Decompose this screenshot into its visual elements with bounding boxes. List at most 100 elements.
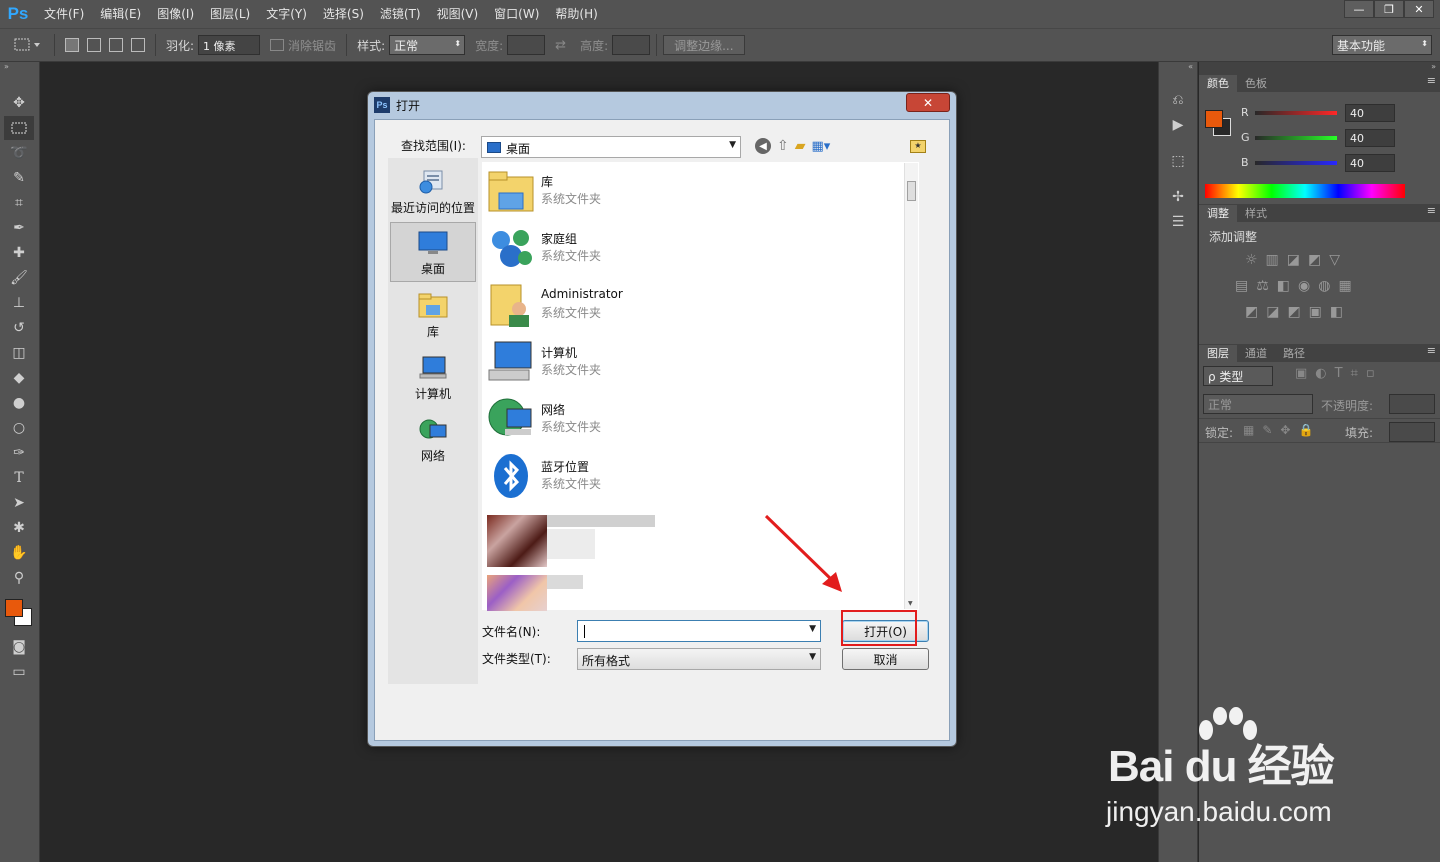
r-slider[interactable]: [1255, 110, 1337, 115]
quick-mask-icon[interactable]: ◙: [4, 635, 34, 659]
scrollbar-thumb[interactable]: [907, 181, 916, 201]
tab-channels[interactable]: 通道: [1237, 345, 1275, 362]
feather-input[interactable]: 1 像素: [198, 35, 261, 55]
tab-adjustments[interactable]: 调整: [1199, 205, 1237, 222]
place-network[interactable]: 网络: [390, 408, 476, 468]
collapse-icon[interactable]: «: [1159, 62, 1197, 74]
type-tool-icon[interactable]: T: [4, 466, 34, 490]
cancel-button[interactable]: 取消: [842, 648, 929, 670]
tab-color[interactable]: 颜色: [1199, 75, 1237, 92]
menu-window[interactable]: 窗口(W): [486, 0, 547, 28]
new-folder-icon[interactable]: ▰: [795, 138, 806, 154]
blend-mode-select[interactable]: 正常: [1203, 394, 1313, 414]
intersect-selection-icon[interactable]: [131, 38, 145, 52]
menu-type[interactable]: 文字(Y): [258, 0, 315, 28]
color-spectrum-bar[interactable]: [1205, 184, 1405, 198]
zoom-tool-icon[interactable]: ⚲: [4, 566, 34, 590]
3d-panel-icon[interactable]: ⬚: [1163, 149, 1193, 173]
clone-stamp-tool-icon[interactable]: ⊥: [4, 291, 34, 315]
style-select[interactable]: 正常 ⬍: [389, 35, 466, 55]
width-input[interactable]: [507, 35, 546, 55]
close-app-button[interactable]: ✕: [1404, 0, 1434, 18]
panel-menu-icon[interactable]: ≡: [1427, 74, 1436, 87]
lock-icons[interactable]: ▦✎✥🔒: [1243, 423, 1321, 437]
tab-swatches[interactable]: 色板: [1237, 75, 1275, 92]
favorite-folder-icon[interactable]: ★: [910, 140, 926, 153]
r-value[interactable]: 40: [1345, 103, 1395, 122]
opacity-input[interactable]: [1389, 394, 1435, 414]
lasso-tool-icon[interactable]: ➰: [4, 141, 34, 165]
up-folder-icon[interactable]: ⇧: [777, 138, 789, 154]
file-item-homegroup[interactable]: 家庭组 系统文件夹: [487, 222, 887, 274]
tab-layers[interactable]: 图层: [1199, 345, 1237, 362]
file-item-computer[interactable]: 计算机 系统文件夹: [487, 336, 887, 388]
shape-tool-icon[interactable]: ✱: [4, 516, 34, 540]
swap-icon[interactable]: ⇄: [555, 38, 566, 53]
back-icon[interactable]: ◀: [755, 138, 771, 154]
tab-styles[interactable]: 样式: [1237, 205, 1275, 222]
scroll-down-icon[interactable]: ▼: [908, 600, 913, 607]
height-input[interactable]: [612, 35, 651, 55]
g-slider[interactable]: [1255, 135, 1337, 140]
adjustment-icons-row-2[interactable]: ▤⚖◧◉◍▦: [1235, 278, 1360, 294]
new-selection-icon[interactable]: [65, 38, 79, 52]
pen-tool-icon[interactable]: ✑: [4, 441, 34, 465]
brush-tool-icon[interactable]: 🖌: [4, 266, 34, 290]
layer-filter-select[interactable]: ρ 类型: [1203, 366, 1273, 386]
place-computer[interactable]: 计算机: [390, 346, 476, 406]
menu-select[interactable]: 选择(S): [315, 0, 372, 28]
blur-tool-icon[interactable]: ●: [4, 391, 34, 415]
quick-select-tool-icon[interactable]: ✎: [4, 166, 34, 190]
place-recent[interactable]: 最近访问的位置: [390, 160, 476, 220]
workspace-select[interactable]: 基本功能 ⬍: [1332, 35, 1432, 55]
menu-image[interactable]: 图像(I): [149, 0, 202, 28]
crop-tool-icon[interactable]: ⌗: [4, 191, 34, 215]
refine-edge-button[interactable]: 调整边缘...: [663, 35, 745, 55]
tab-paths[interactable]: 路径: [1275, 345, 1313, 362]
collapse-icon[interactable]: »: [0, 62, 39, 74]
file-item-administrator[interactable]: Administrator 系统文件夹: [487, 279, 887, 331]
minimize-button[interactable]: —: [1344, 0, 1374, 18]
file-list[interactable]: 库 系统文件夹 家庭组 系统文件夹 Administrator 系统文件夹 计算…: [482, 162, 919, 611]
adjustment-icons-row-3[interactable]: ◩◪◩▣◧: [1245, 304, 1351, 320]
g-value[interactable]: 40: [1345, 128, 1395, 147]
look-in-combo[interactable]: 桌面 ▼: [481, 136, 741, 158]
actions-panel-icon[interactable]: ▶: [1163, 113, 1193, 137]
foreground-color-swatch[interactable]: [5, 599, 23, 617]
panel-foreground-swatch[interactable]: [1205, 110, 1223, 128]
b-slider[interactable]: [1255, 160, 1337, 165]
b-value[interactable]: 40: [1345, 153, 1395, 172]
healing-brush-tool-icon[interactable]: ✚: [4, 241, 34, 265]
clone-source-icon[interactable]: ☰: [1163, 210, 1193, 234]
hand-tool-icon[interactable]: ✋: [4, 541, 34, 565]
add-selection-icon[interactable]: [87, 38, 101, 52]
place-library[interactable]: 库: [390, 284, 476, 344]
menu-file[interactable]: 文件(F): [36, 0, 92, 28]
move-tool-icon[interactable]: ✥: [4, 91, 34, 115]
marquee-preset-icon[interactable]: [8, 35, 48, 55]
brush-presets-icon[interactable]: ✢: [1163, 185, 1193, 209]
antialias-checkbox[interactable]: [270, 39, 285, 51]
panel-menu-icon[interactable]: ≡: [1427, 344, 1436, 357]
place-desktop[interactable]: 桌面: [390, 222, 476, 282]
fill-input[interactable]: [1389, 422, 1435, 442]
paint-bucket-tool-icon[interactable]: ◆: [4, 366, 34, 390]
screen-mode-icon[interactable]: ▭: [4, 660, 34, 684]
eyedropper-tool-icon[interactable]: ✒: [4, 216, 34, 240]
menu-layer[interactable]: 图层(L): [202, 0, 258, 28]
view-menu-icon[interactable]: ▦▾: [812, 139, 831, 154]
dialog-close-button[interactable]: ✕: [906, 93, 950, 112]
color-swatches[interactable]: [0, 594, 39, 634]
subtract-selection-icon[interactable]: [109, 38, 123, 52]
path-select-tool-icon[interactable]: ➤: [4, 491, 34, 515]
collapse-icon[interactable]: »: [1199, 62, 1440, 74]
menu-edit[interactable]: 编辑(E): [92, 0, 149, 28]
filename-input[interactable]: ▼: [577, 620, 821, 642]
layer-filter-icons[interactable]: ▣◐T⌗▫: [1295, 366, 1383, 381]
restore-button[interactable]: ❐: [1374, 0, 1404, 18]
file-item-library[interactable]: 库 系统文件夹: [487, 165, 887, 217]
file-item-network[interactable]: 网络 系统文件夹: [487, 393, 887, 445]
adjustment-icons-row-1[interactable]: ☼▥◪◩▽: [1245, 252, 1348, 268]
panel-menu-icon[interactable]: ≡: [1427, 204, 1436, 217]
history-panel-icon[interactable]: ⎌: [1163, 88, 1193, 112]
